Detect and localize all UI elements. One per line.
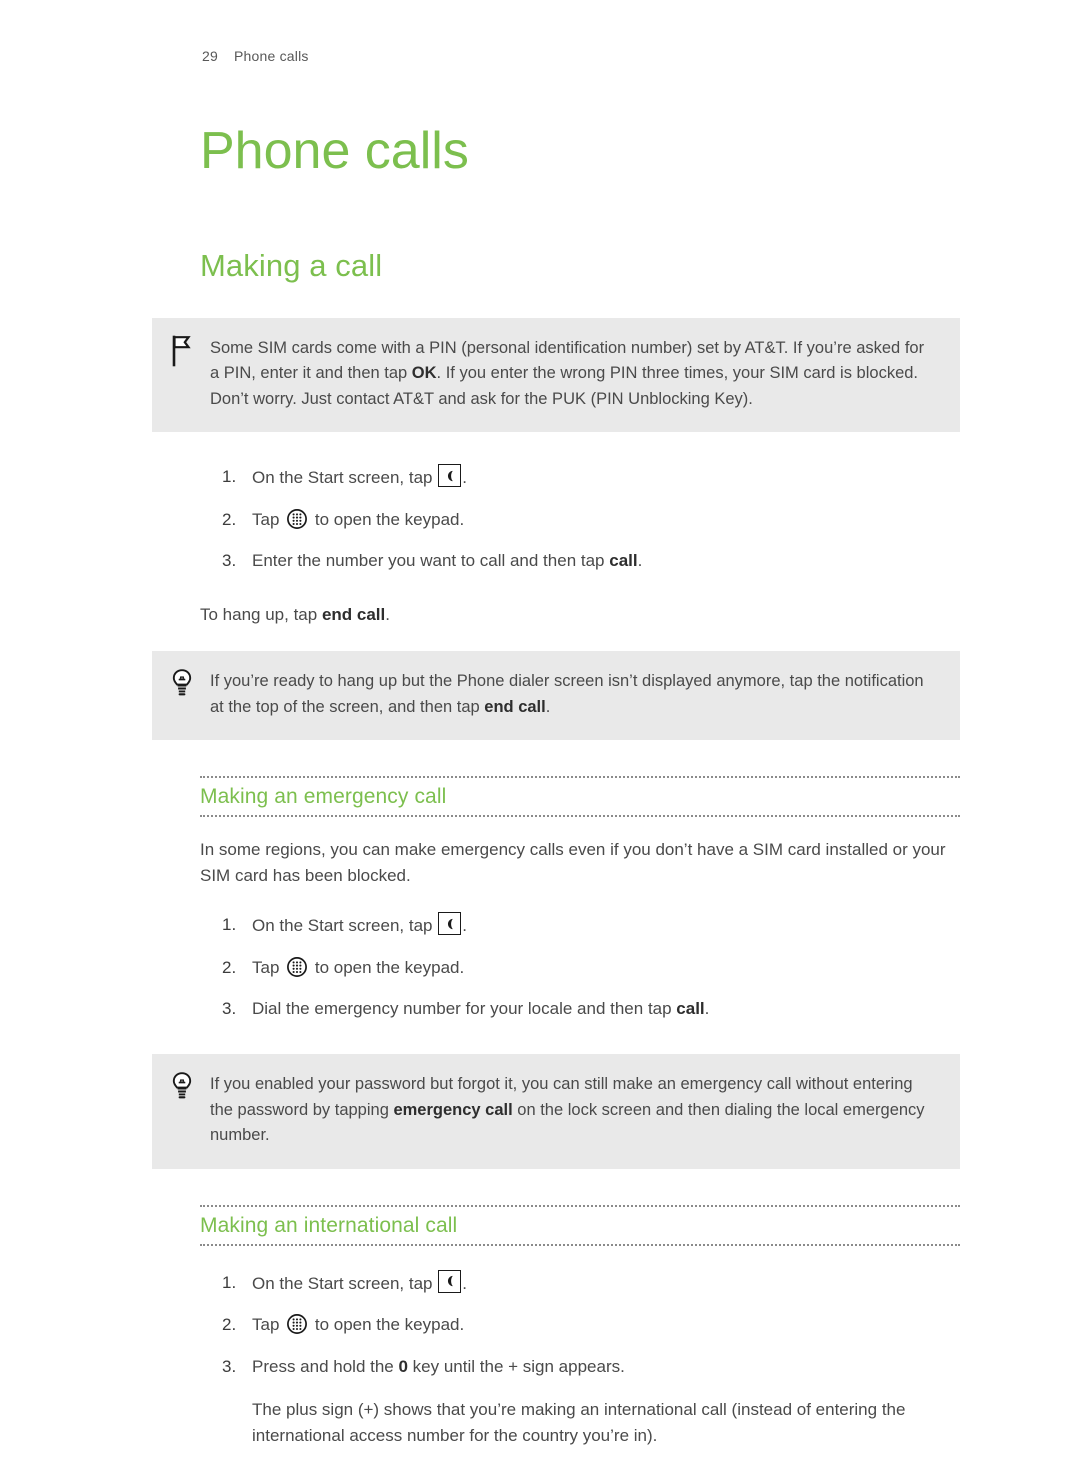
list-item: Enter the number you want to call and th… [222, 548, 643, 573]
tip-callout-emergency: If you enabled your password but forgot … [152, 1053, 960, 1169]
keypad-icon [286, 956, 308, 978]
note-callout-text: Some SIM cards come with a PIN (personal… [210, 338, 925, 408]
tip-callout-text: If you enabled your password but forgot … [210, 1074, 925, 1145]
running-header: 29 Phone calls [202, 48, 309, 64]
page-title: Phone calls [200, 121, 469, 180]
steps-emergency-call: On the Start screen, tap . Tap to open t… [200, 912, 960, 1022]
international-step-note: The plus sign (+) shows that you’re maki… [252, 1400, 906, 1445]
steps-international-call: On the Start screen, tap . Tap to open t… [200, 1269, 960, 1380]
lightbulb-icon [167, 1070, 197, 1104]
tip-callout-hang-up: If you’re ready to hang up but the Phone… [152, 651, 960, 741]
subsection-heading-emergency-call: Making an emergency call [200, 776, 960, 818]
keypad-icon [286, 1313, 308, 1335]
list-item: On the Start screen, tap . [200, 1269, 960, 1297]
phone-handset-icon [438, 912, 462, 936]
list-item: Tap to open the keypad. [222, 955, 465, 980]
phone-handset-icon [438, 464, 462, 488]
keypad-icon [286, 508, 308, 530]
list-item: On the Start screen, tap . [200, 464, 960, 491]
list-item: Dial the emergency number for your local… [222, 996, 710, 1021]
list-item: On the Start screen, tap . [200, 912, 960, 939]
list-item: Tap to open the keypad. [222, 1312, 465, 1337]
flag-icon [167, 334, 197, 368]
note-callout: Some SIM cards come with a PIN (personal… [152, 317, 960, 433]
subsection-heading-international-call: Making an international call [200, 1204, 960, 1246]
manual-page: 29 Phone calls Phone calls Making a call… [0, 0, 1080, 1445]
tip-callout-text: If you’re ready to hang up but the Phone… [210, 672, 924, 716]
emergency-intro-text: In some regions, you can make emergency … [200, 840, 946, 885]
steps-making-a-call: On the Start screen, tap . Tap to open t… [200, 464, 960, 574]
running-header-chapter: Phone calls [234, 48, 309, 64]
lightbulb-icon [167, 667, 197, 701]
content-column: Making a call Some SIM cards come with a… [152, 248, 960, 1465]
hang-up-text: To hang up, tap end call. [200, 604, 390, 624]
list-item: Tap to open the keypad. [222, 507, 465, 532]
list-item: Press and hold the 0 key until the + sig… [222, 1354, 625, 1379]
page-number: 29 [202, 48, 218, 64]
phone-handset-icon [438, 1269, 462, 1293]
section-heading-making-a-call: Making a call [200, 248, 383, 283]
